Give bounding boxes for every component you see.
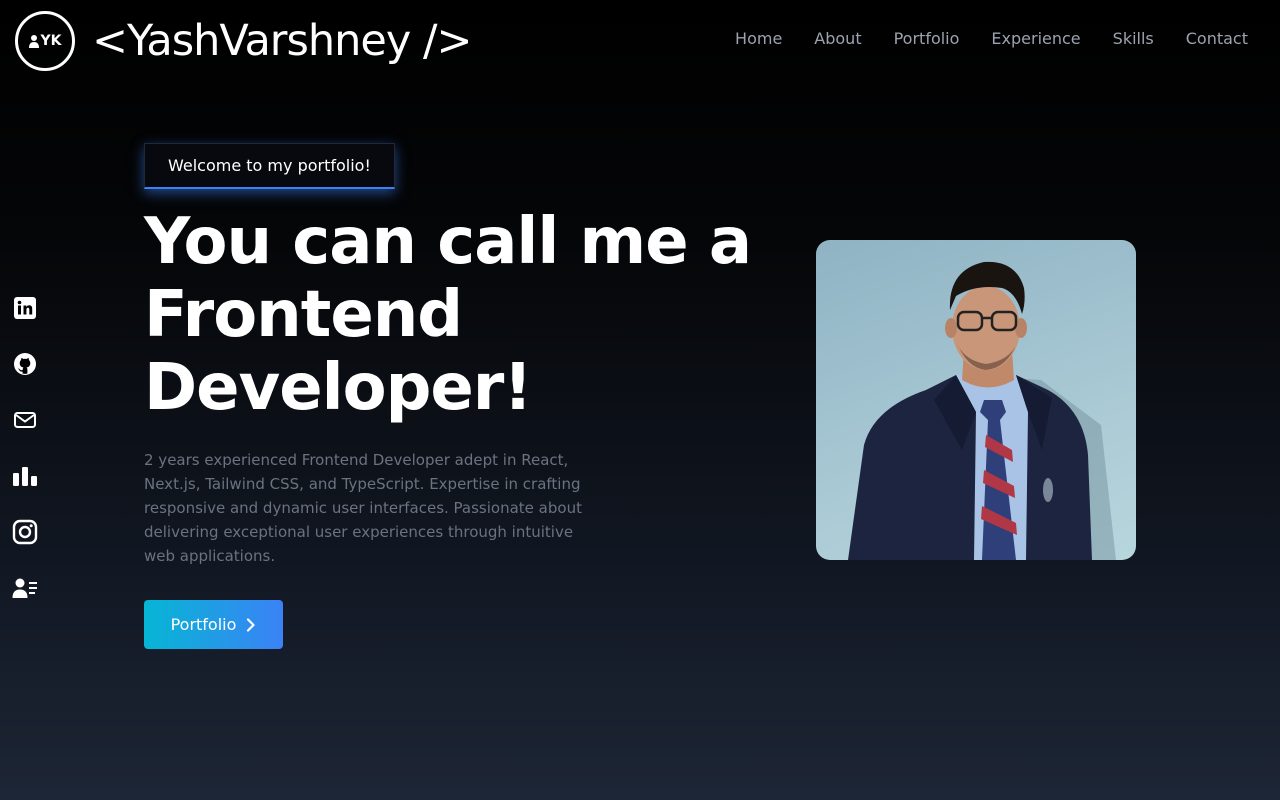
logo[interactable]: YK	[15, 11, 75, 71]
hero-description: 2 years experienced Frontend Developer a…	[144, 451, 582, 565]
main-nav: Home About Portfolio Experience Skills C…	[735, 28, 1248, 50]
portfolio-button-label: Portfolio	[170, 615, 237, 634]
resume-icon[interactable]	[12, 576, 38, 600]
github-icon[interactable]	[12, 352, 38, 376]
nav-portfolio[interactable]: Portfolio	[894, 28, 960, 50]
brand-title[interactable]: <YashVarshney />	[92, 12, 472, 70]
person-icon	[28, 35, 39, 48]
instagram-icon[interactable]	[12, 519, 38, 545]
nav-home[interactable]: Home	[735, 28, 782, 50]
nav-contact[interactable]: Contact	[1186, 28, 1248, 50]
hero-title: You can call me a Frontend Developer!	[144, 206, 784, 425]
portfolio-button[interactable]: Portfolio	[144, 600, 283, 649]
hero-title-line-2: Frontend	[144, 278, 463, 352]
linkedin-icon[interactable]	[12, 296, 38, 320]
stats-icon[interactable]	[12, 464, 38, 488]
hero-title-line-1: You can call me a	[144, 205, 752, 279]
nav-experience[interactable]: Experience	[991, 28, 1080, 50]
mail-icon[interactable]	[12, 408, 38, 432]
hero-title-line-3: Developer!	[144, 351, 533, 425]
logo-text: YK	[40, 33, 62, 49]
social-links	[12, 296, 38, 600]
welcome-badge: Welcome to my portfolio!	[144, 143, 395, 189]
profile-photo	[816, 240, 1136, 560]
chevron-right-icon	[247, 617, 256, 632]
nav-skills[interactable]: Skills	[1113, 28, 1154, 50]
nav-about[interactable]: About	[814, 28, 861, 50]
